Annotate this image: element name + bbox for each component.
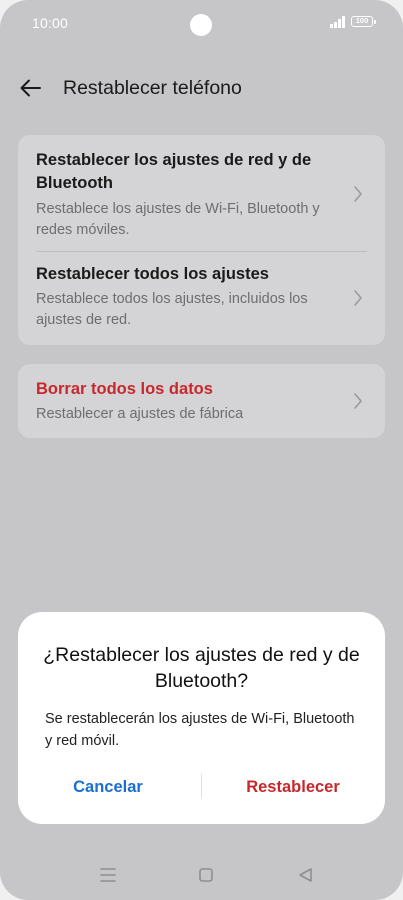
menu-icon — [100, 868, 116, 882]
reset-confirm-dialog: ¿Restablecer los ajustes de red y de Blu… — [18, 612, 385, 824]
page-title: Restablecer teléfono — [63, 77, 242, 99]
settings-group-erase: Borrar todos los datos Restablecer a aju… — [18, 364, 385, 438]
item-title: Borrar todos los datos — [36, 380, 213, 398]
back-button[interactable] — [18, 76, 44, 100]
app-header: Restablecer teléfono — [0, 66, 403, 110]
system-nav-bar — [0, 860, 403, 890]
battery-level: 100 — [355, 16, 369, 25]
recent-apps-button[interactable] — [93, 860, 123, 890]
item-title: Restablecer todos los ajustes — [36, 265, 269, 283]
battery-icon: 100 — [351, 16, 376, 27]
erase-all-data-item[interactable]: Borrar todos los datos Restablecer a aju… — [18, 364, 385, 438]
chevron-right-icon — [354, 393, 362, 409]
dialog-title: ¿Restablecer los ajustes de red y de Blu… — [43, 644, 360, 692]
reset-all-settings-item[interactable]: Restablecer todos los ajustes Restablece… — [18, 252, 385, 345]
nav-back-button[interactable] — [290, 860, 320, 890]
arrow-left-icon — [20, 79, 41, 97]
signal-icon — [330, 16, 346, 28]
button-separator — [201, 774, 202, 798]
reset-network-bluetooth-item[interactable]: Restablecer los ajustes de red y de Blue… — [18, 135, 385, 251]
front-camera — [190, 14, 212, 36]
chevron-right-icon — [354, 186, 362, 202]
home-button[interactable] — [191, 860, 221, 890]
confirm-reset-button[interactable]: Restablecer — [228, 772, 358, 802]
status-time: 10:00 — [32, 15, 69, 31]
status-bar: 10:00 100 — [0, 0, 403, 44]
cancel-button[interactable]: Cancelar — [43, 772, 173, 802]
dialog-message: Se restablecerán los ajustes de Wi-Fi, B… — [45, 711, 355, 749]
home-icon — [199, 868, 213, 882]
settings-group-reset: Restablecer los ajustes de red y de Blue… — [18, 135, 385, 345]
item-title: Restablecer los ajustes de red y de Blue… — [36, 151, 312, 192]
back-triangle-icon — [299, 868, 312, 882]
item-subtitle: Restablecer a ajustes de fábrica — [36, 406, 244, 422]
phone-screen: 10:00 100 Restablecer teléfono Restablec… — [0, 0, 403, 900]
chevron-right-icon — [354, 290, 362, 306]
item-subtitle: Restablece todos los ajustes, incluidos … — [36, 291, 308, 328]
item-subtitle: Restablece los ajustes de Wi-Fi, Bluetoo… — [36, 201, 320, 238]
